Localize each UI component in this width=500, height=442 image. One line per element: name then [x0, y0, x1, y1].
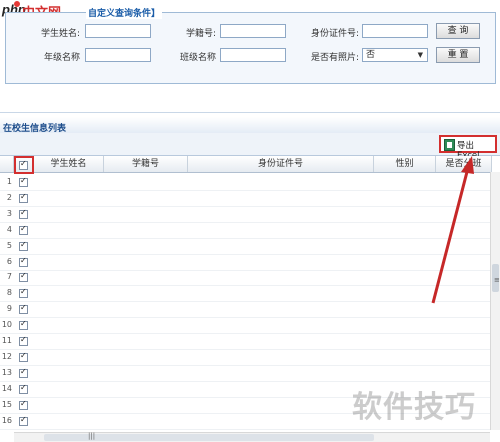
query-button[interactable]: 查 询 — [436, 23, 480, 39]
row-number: 9 — [6, 304, 12, 313]
row-separator — [0, 333, 492, 334]
divider — [0, 112, 500, 113]
student-name-input[interactable] — [85, 24, 151, 38]
has-photo-select[interactable]: 否 ▼ — [362, 48, 428, 62]
row-separator — [0, 365, 492, 366]
student-name-label: 学生姓名: — [40, 29, 80, 39]
reset-button[interactable]: 重 置 — [436, 47, 480, 63]
student-no-label: 学籍号: — [185, 29, 216, 39]
scroll-grip-icon: ||| — [88, 432, 96, 440]
row-number: 5 — [6, 241, 12, 250]
row-checkbox[interactable] — [19, 383, 28, 394]
col-assigned-class[interactable]: 是否分班 — [436, 156, 492, 172]
row-number: 11 — [1, 336, 12, 345]
id-no-input[interactable] — [362, 24, 428, 38]
col-student-no[interactable]: 学籍号 — [104, 156, 188, 172]
arrow-shaft — [431, 167, 470, 304]
row-number: 4 — [6, 225, 12, 234]
col-student-name[interactable]: 学生姓名 — [34, 156, 104, 172]
class-label: 班级名称 — [179, 53, 216, 63]
row-separator — [0, 349, 492, 350]
has-photo-label: 是否有照片: — [310, 53, 359, 63]
row-checkbox[interactable] — [19, 192, 28, 203]
row-checkbox[interactable] — [19, 240, 28, 251]
row-number: 15 — [1, 400, 12, 409]
row-number: 16 — [1, 416, 12, 425]
row-number: 12 — [1, 352, 12, 361]
row-number: 2 — [6, 193, 12, 202]
row-separator — [0, 254, 492, 255]
row-checkbox[interactable] — [19, 415, 28, 426]
query-panel: 学生姓名: 学籍号: 身份证件号: 查 询 年级名称 班级名称 是否有照片: 否… — [5, 12, 496, 84]
row-separator — [0, 206, 492, 207]
row-number: 3 — [6, 209, 12, 218]
query-title: 自定义查询条件】 — [86, 6, 163, 19]
row-separator — [0, 429, 492, 430]
row-number: 7 — [6, 272, 12, 281]
list-title-bar — [0, 117, 500, 133]
chevron-down-icon: ▼ — [417, 51, 423, 59]
row-separator — [0, 285, 492, 286]
row-number: 13 — [1, 368, 12, 377]
grid-header: 学生姓名 学籍号 身份证件号 性别 是否分班 — [0, 156, 492, 173]
id-no-label: 身份证件号: — [310, 29, 359, 39]
col-gender[interactable]: 性别 — [374, 156, 436, 172]
row-number: 6 — [6, 257, 12, 266]
excel-icon — [444, 139, 455, 151]
select-all-checkbox[interactable] — [19, 159, 28, 170]
grade-label: 年级名称 — [43, 53, 80, 63]
list-toolbar — [0, 133, 500, 156]
export-excel-button[interactable]: 导出Excel — [439, 135, 497, 161]
class-input[interactable] — [220, 48, 286, 62]
row-separator — [0, 301, 492, 302]
row-checkbox[interactable] — [19, 287, 28, 298]
row-separator — [0, 222, 492, 223]
row-checkbox[interactable] — [19, 367, 28, 378]
row-checkbox[interactable] — [19, 256, 28, 267]
has-photo-value: 否 — [366, 50, 376, 60]
row-checkbox[interactable] — [19, 319, 28, 330]
rownum-header — [0, 156, 14, 172]
row-checkbox[interactable] — [19, 351, 28, 362]
grade-input[interactable] — [85, 48, 151, 62]
student-no-input[interactable] — [220, 24, 286, 38]
watermark-text: 软件技巧 — [352, 390, 476, 425]
row-checkbox[interactable] — [19, 176, 28, 187]
vertical-scrollbar[interactable]: ≡ — [490, 172, 500, 430]
row-checkbox[interactable] — [19, 335, 28, 346]
row-checkbox[interactable] — [19, 224, 28, 235]
row-number: 1 — [6, 177, 12, 186]
row-separator — [0, 270, 492, 271]
row-separator — [0, 190, 492, 191]
row-checkbox[interactable] — [19, 271, 28, 282]
row-checkbox[interactable] — [19, 303, 28, 314]
col-id-no[interactable]: 身份证件号 — [188, 156, 374, 172]
row-number: 8 — [6, 288, 12, 297]
row-number: 14 — [1, 384, 12, 393]
row-checkbox[interactable] — [19, 208, 28, 219]
row-separator — [0, 238, 492, 239]
row-separator — [0, 317, 492, 318]
row-checkbox[interactable] — [19, 399, 28, 410]
scroll-grip-icon: ≡ — [494, 276, 500, 284]
row-number: 10 — [1, 320, 12, 329]
